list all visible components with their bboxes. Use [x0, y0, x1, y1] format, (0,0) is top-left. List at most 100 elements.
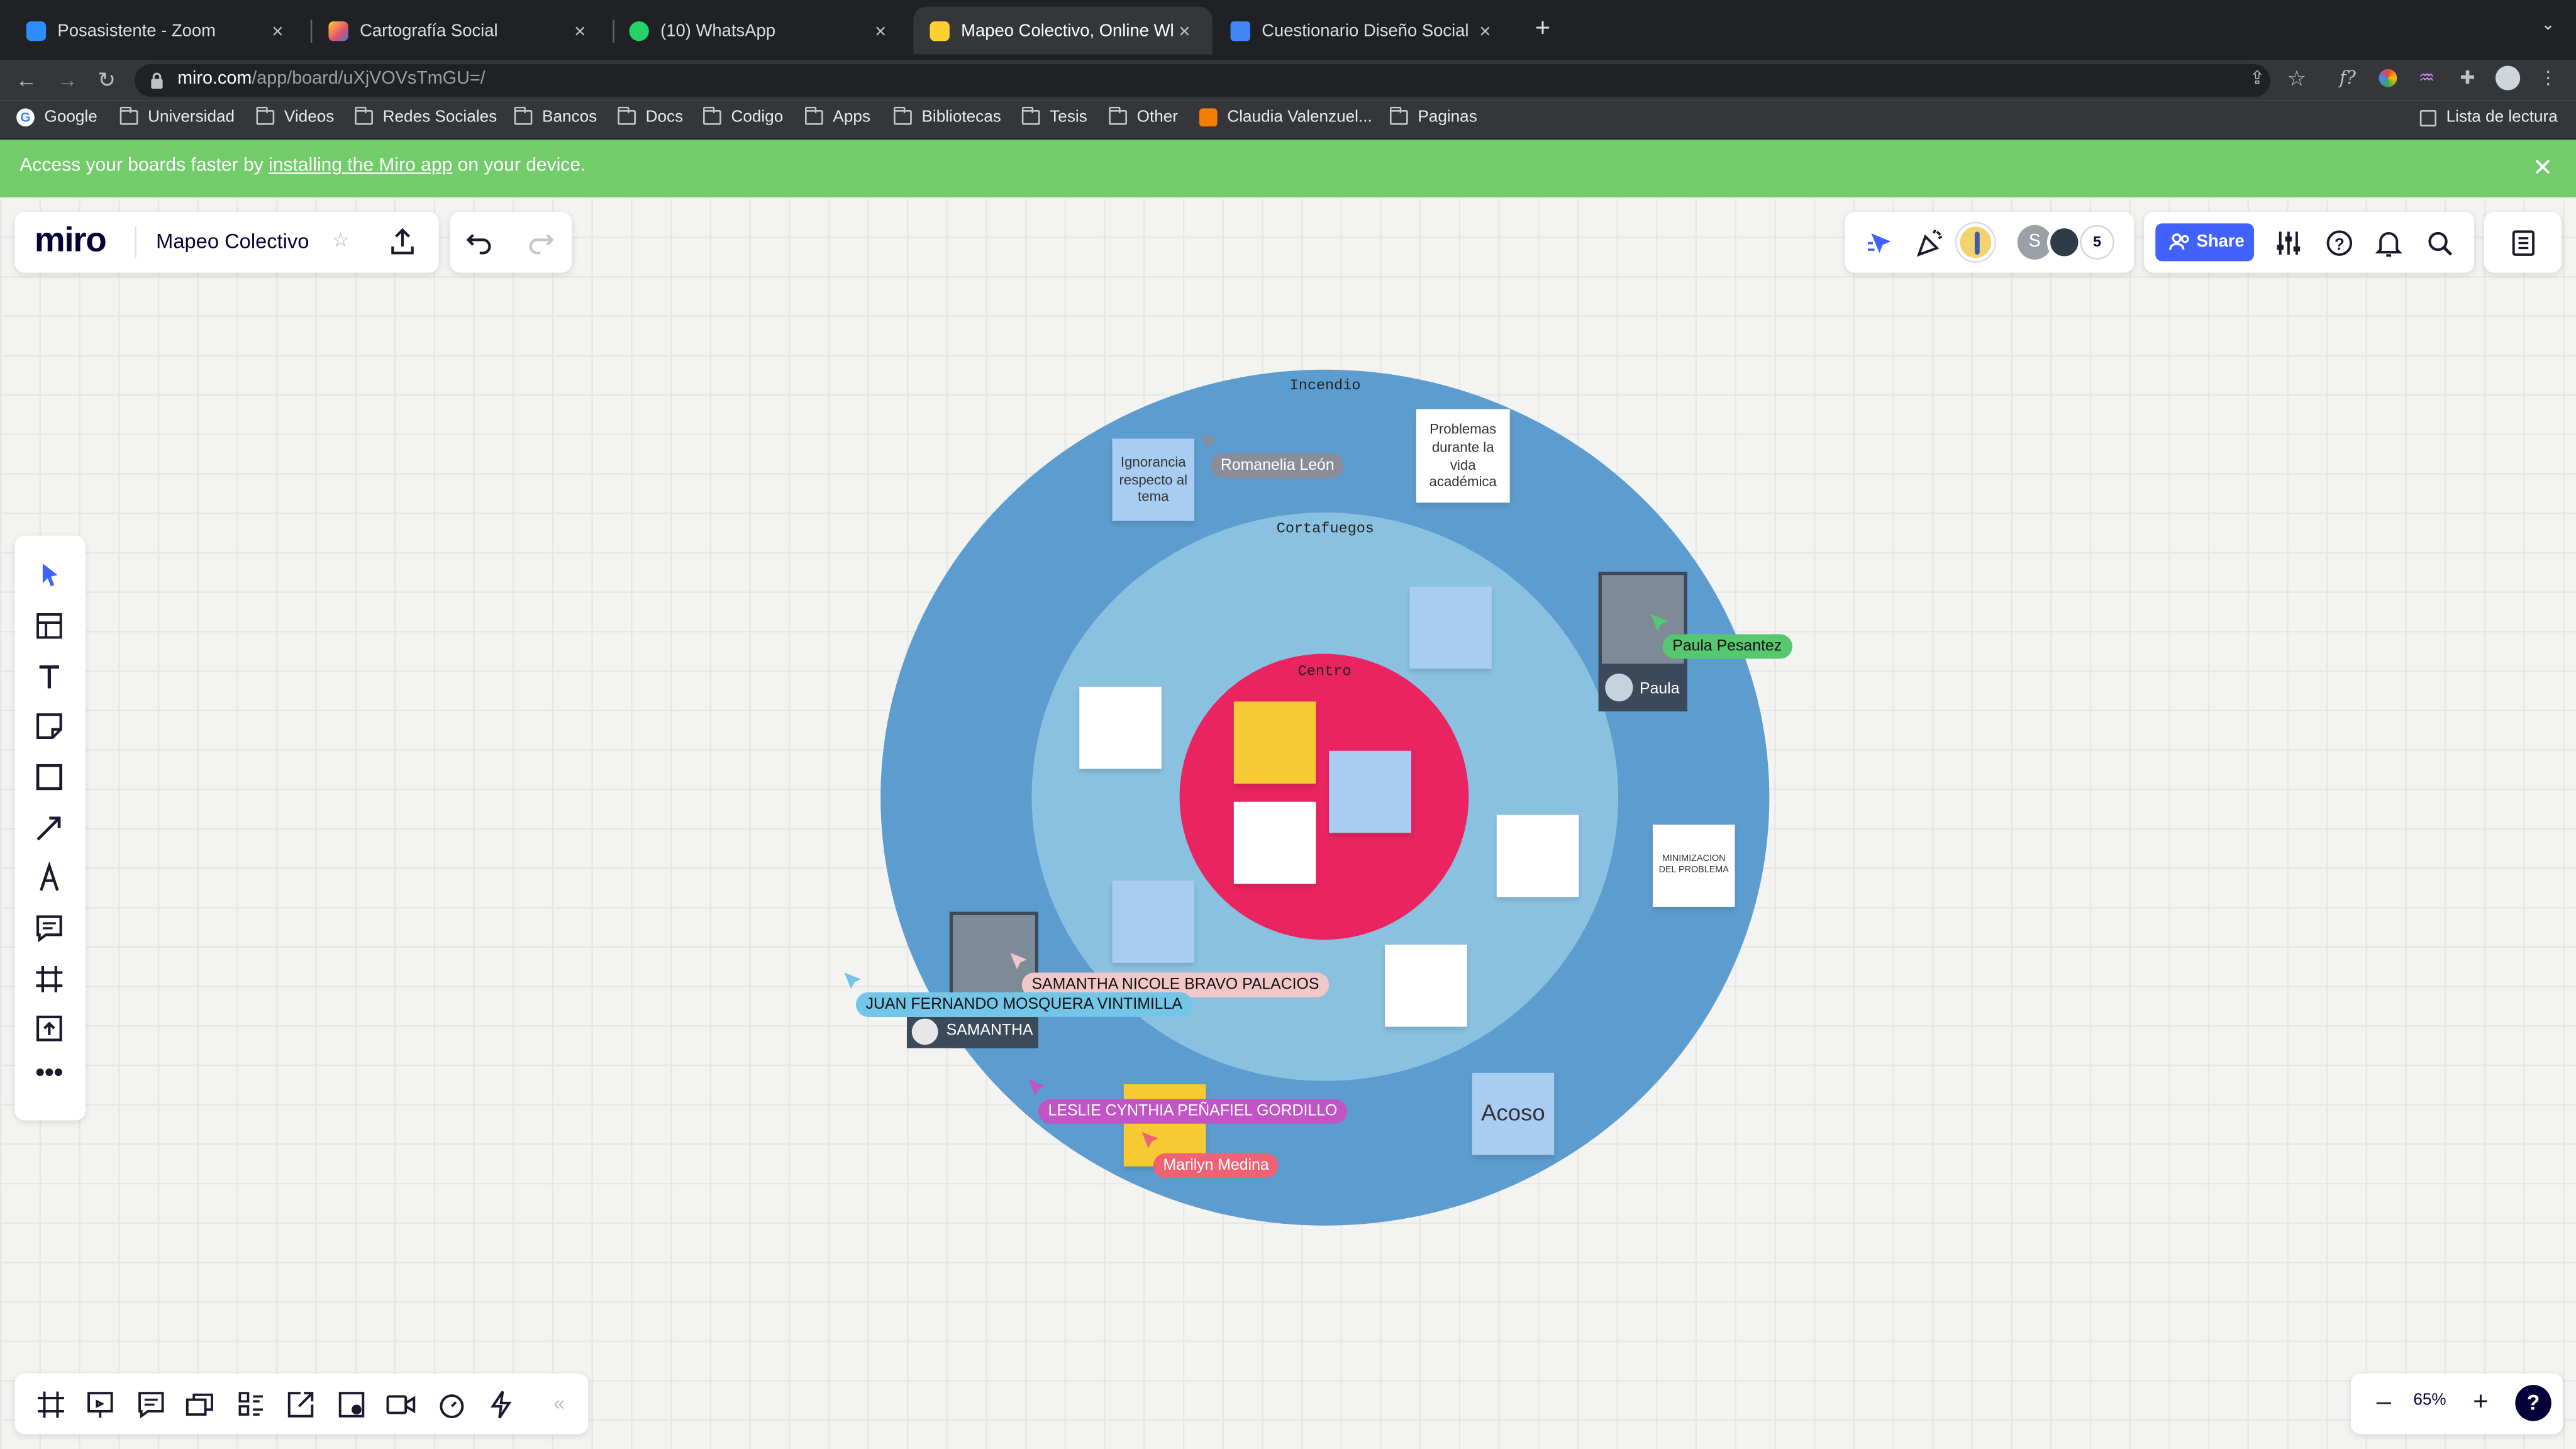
tab-cartografia[interactable]: Cartografía Social ×: [312, 6, 608, 54]
address-bar[interactable]: miro.com/app/board/uXjVOVsTmGU=/ ⇪ ☆: [135, 64, 2306, 97]
bookmark-docs[interactable]: Docs: [618, 106, 683, 126]
export-icon[interactable]: [386, 225, 419, 258]
sticky-white[interactable]: [1079, 686, 1162, 769]
board-title[interactable]: Mapeo Colectivo: [156, 230, 309, 253]
bookmark-google[interactable]: G Google: [16, 108, 97, 127]
browser-menu-icon[interactable]: ⋮: [2533, 64, 2563, 94]
close-icon[interactable]: ×: [1474, 19, 1497, 42]
select-tool-icon[interactable]: [33, 558, 65, 591]
redo-icon[interactable]: [524, 225, 557, 258]
notification-bell-icon[interactable]: [2372, 226, 2405, 259]
board-list-panel: [2484, 211, 2562, 273]
collaborator-count[interactable]: 5: [2080, 225, 2114, 260]
extension-icon[interactable]: ♒: [2412, 64, 2441, 94]
share-screen-icon[interactable]: [284, 1388, 317, 1421]
frame-tool-icon[interactable]: [33, 963, 65, 996]
cards-icon[interactable]: [184, 1388, 217, 1421]
tab-docs[interactable]: Cuestionario Diseño Social - D ×: [1214, 6, 1513, 54]
notes-list-icon[interactable]: [2507, 226, 2540, 259]
comments-icon[interactable]: [135, 1388, 167, 1421]
share-page-icon[interactable]: ⇪: [2244, 67, 2270, 94]
miro-logo[interactable]: miro: [35, 222, 107, 262]
bookmark-other[interactable]: Other: [1109, 106, 1178, 126]
color-extension-icon[interactable]: [2372, 64, 2402, 94]
new-tab-icon[interactable]: +: [1528, 15, 1557, 45]
search-icon[interactable]: [2423, 226, 2456, 259]
cursor-arrow-icon: [1141, 1131, 1158, 1148]
connection-line-icon[interactable]: [33, 811, 65, 844]
more-tools-icon[interactable]: •••: [33, 1060, 65, 1096]
sticky-minimizacion[interactable]: MINIMIZACION DEL PROBLEMA: [1652, 824, 1735, 907]
kanban-icon[interactable]: [235, 1388, 268, 1421]
close-icon[interactable]: ×: [569, 19, 592, 42]
install-app-link[interactable]: installing the Miro app: [269, 156, 452, 175]
sticky-problemas[interactable]: Problemas durante la vida académica: [1416, 409, 1510, 503]
sticky-blue[interactable]: [1112, 880, 1195, 963]
bookmark-redes-sociales[interactable]: Redes Sociales: [355, 106, 497, 126]
photo-icon[interactable]: [335, 1388, 368, 1421]
bookmark-tesis[interactable]: Tesis: [1021, 106, 1087, 126]
comment-icon[interactable]: [33, 912, 65, 945]
zoom-level[interactable]: 65%: [2410, 1392, 2450, 1410]
sticky-white[interactable]: [1233, 801, 1316, 884]
profile-avatar-icon[interactable]: [2492, 64, 2522, 94]
formula-extension-icon[interactable]: f?: [2333, 64, 2362, 94]
bookmark-claudia[interactable]: Claudia Valenzuel...: [1199, 108, 1372, 127]
undo-icon[interactable]: [464, 225, 496, 258]
sticky-white[interactable]: [1496, 814, 1579, 897]
video-tile-label: SAMANTHA: [906, 1015, 1038, 1048]
cursor-arrow-icon[interactable]: [1865, 226, 1897, 259]
templates-icon[interactable]: [33, 609, 65, 642]
zoom-in-icon[interactable]: +: [2464, 1387, 2497, 1419]
help-icon[interactable]: ?: [2323, 226, 2356, 259]
back-icon[interactable]: ←: [10, 64, 43, 97]
bookmark-bibliotecas[interactable]: Bibliotecas: [894, 106, 1001, 126]
shape-tool-icon[interactable]: [33, 760, 65, 793]
puzzle-extensions-icon[interactable]: ✚: [2453, 64, 2482, 94]
avatar[interactable]: [2046, 225, 2082, 260]
sticky-blue[interactable]: [1409, 586, 1492, 669]
sticky-acoso[interactable]: Acoso: [1472, 1072, 1555, 1155]
pen-tool-icon[interactable]: [33, 861, 65, 894]
share-button[interactable]: Share: [2155, 223, 2254, 262]
star-icon[interactable]: ☆: [332, 228, 350, 252]
tab-search-icon[interactable]: ⌄: [2536, 16, 2560, 40]
video-camera-icon[interactable]: [384, 1388, 417, 1421]
frames-icon[interactable]: [35, 1388, 67, 1421]
timer-icon[interactable]: [435, 1388, 468, 1421]
close-icon[interactable]: ×: [1173, 19, 1196, 42]
tab-zoom[interactable]: Posasistente - Zoom ×: [10, 6, 306, 54]
forward-icon[interactable]: →: [51, 64, 84, 97]
tab-whatsapp[interactable]: (10) WhatsApp ×: [613, 6, 908, 54]
close-icon[interactable]: ×: [869, 19, 892, 42]
sticky-blue[interactable]: [1329, 750, 1411, 833]
board-canvas[interactable]: miro Mapeo Colectivo ☆ S 5 Share ? ••• «…: [0, 197, 2576, 1449]
bookmark-videos[interactable]: Videos: [256, 106, 334, 126]
zoom-out-icon[interactable]: –: [2367, 1387, 2400, 1419]
reading-list[interactable]: Lista de lectura: [2419, 108, 2558, 126]
sticky-white[interactable]: [1385, 945, 1467, 1027]
celebrate-icon[interactable]: [1914, 226, 1946, 259]
ring-centro[interactable]: [1179, 653, 1469, 940]
close-icon[interactable]: ×: [266, 19, 289, 42]
text-tool-icon[interactable]: [33, 660, 65, 693]
presentation-icon[interactable]: [84, 1388, 116, 1421]
collapse-icon[interactable]: «: [553, 1388, 577, 1421]
bookmark-universidad[interactable]: Universidad: [119, 106, 235, 126]
bookmark-apps[interactable]: Apps: [805, 106, 870, 126]
bookmark-star-icon[interactable]: ☆: [2284, 65, 2310, 92]
sticky-ignorancia[interactable]: Ignorancia respecto al tema: [1112, 438, 1195, 521]
close-icon[interactable]: ✕: [2533, 153, 2553, 182]
lightning-icon[interactable]: [485, 1388, 518, 1421]
sticky-note-icon[interactable]: [33, 709, 65, 742]
upload-icon[interactable]: [33, 1012, 65, 1045]
bookmark-bancos[interactable]: Bancos: [514, 106, 597, 126]
reload-icon[interactable]: ↻: [91, 64, 123, 97]
settings-sliders-icon[interactable]: [2272, 226, 2305, 259]
bookmark-paginas[interactable]: Paginas: [1389, 106, 1477, 126]
sticky-yellow[interactable]: [1233, 701, 1316, 784]
bookmark-codigo[interactable]: Codigo: [703, 106, 783, 126]
tab-miro[interactable]: Mapeo Colectivo, Online Whiteb ×: [913, 6, 1213, 55]
timer-avatar-icon[interactable]: [1957, 223, 1995, 262]
help-button[interactable]: ?: [2515, 1385, 2551, 1421]
